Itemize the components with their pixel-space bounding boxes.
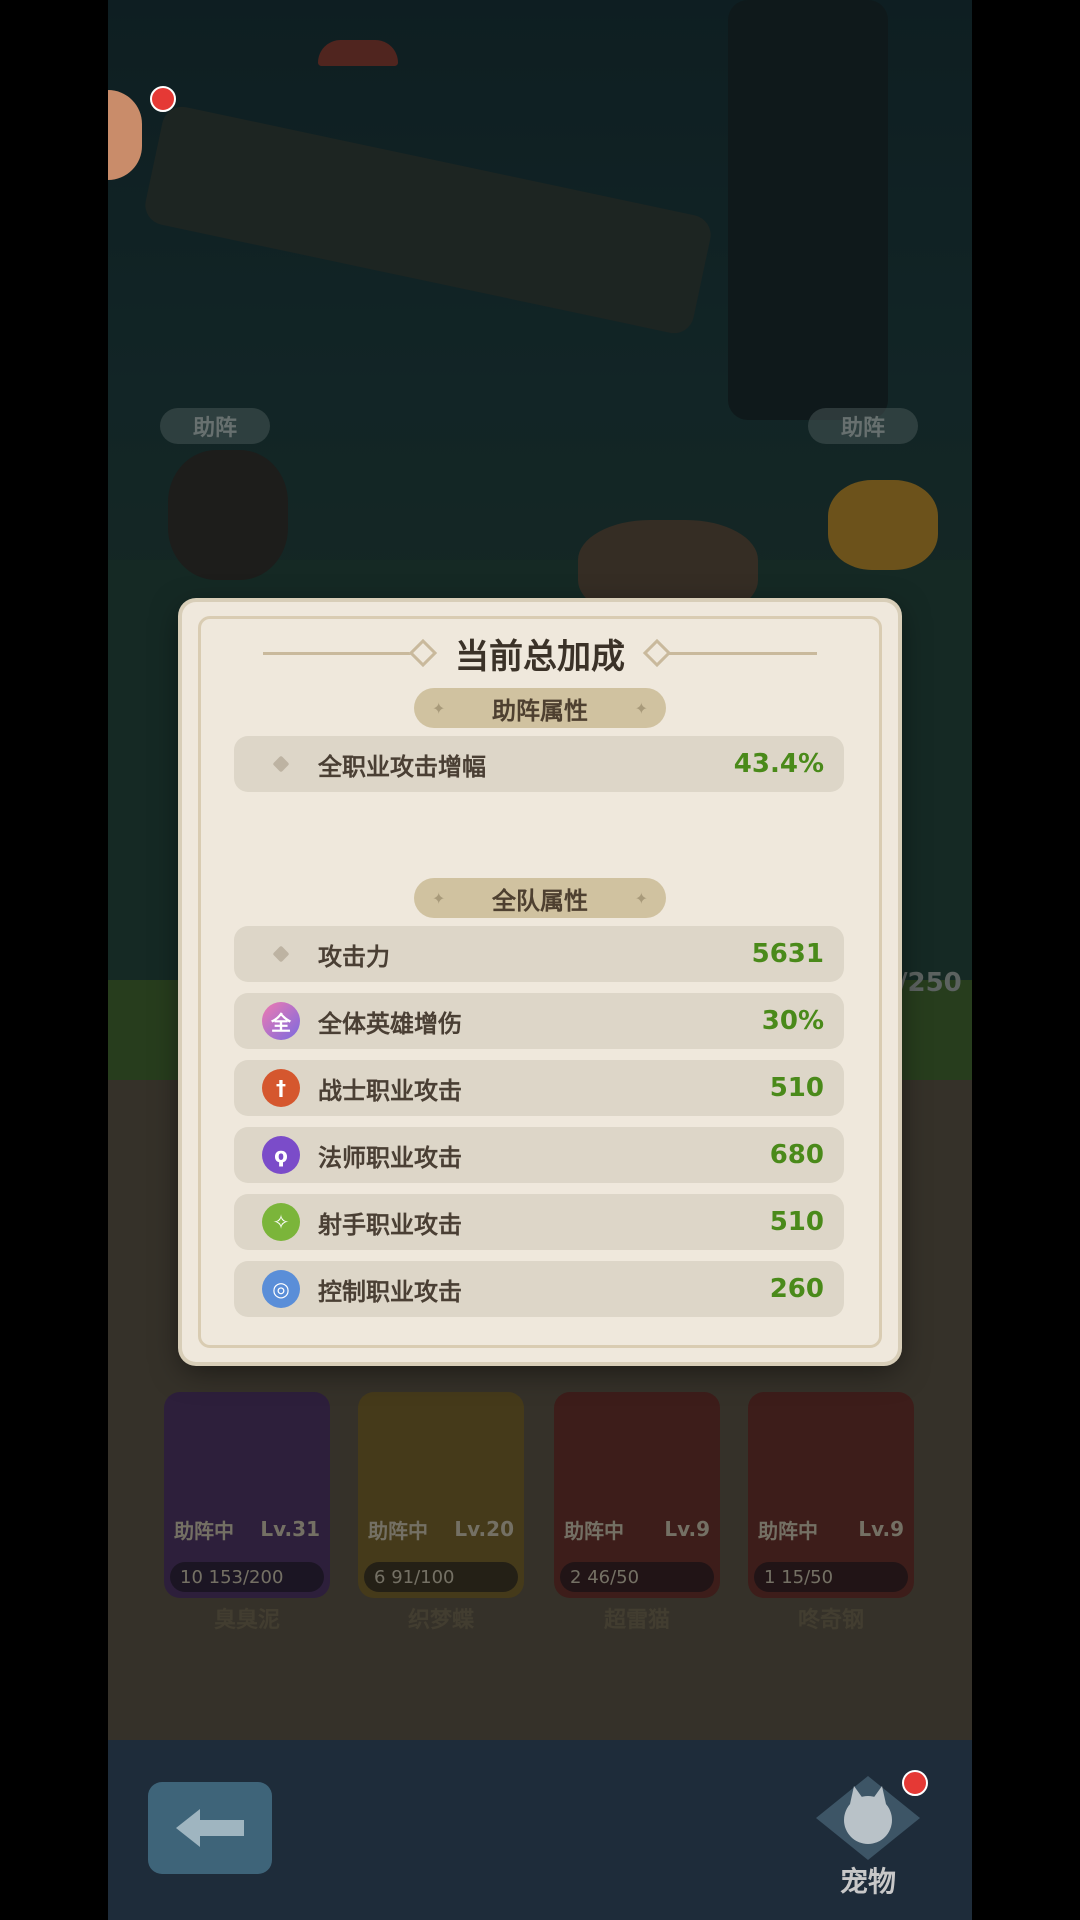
team-section-header: ✦ 全队属性 ✦	[414, 878, 666, 918]
notification-dot	[902, 1770, 928, 1796]
stat-value: 43.4%	[733, 749, 824, 779]
stat-label: 全职业攻击增幅	[318, 752, 486, 781]
stat-value: 5631	[751, 939, 824, 969]
assist-section-header: ✦ 助阵属性 ✦	[414, 688, 666, 728]
staff-icon: ϙ	[262, 1136, 300, 1174]
stat-value: 680	[769, 1140, 824, 1170]
star-ornament-icon: ✦	[432, 888, 446, 908]
diamond-ornament-icon	[408, 638, 438, 668]
star-ornament-icon: ✦	[634, 698, 648, 718]
stat-row: 攻击力 5631	[234, 926, 844, 982]
total-bonus-modal: 当前总加成 ✦ 助阵属性 ✦ 全职业攻击增幅 43.4% ✦ 全队属性 ✦ 攻击…	[182, 602, 898, 1362]
stat-label: 战士职业攻击	[318, 1076, 462, 1105]
swirl-icon: ◎	[262, 1270, 300, 1308]
bottom-nav: 宠物	[108, 1740, 972, 1920]
all-heroes-icon: 全	[262, 1002, 300, 1040]
modal-title-row: 当前总加成	[182, 628, 898, 678]
stat-value: 510	[769, 1207, 824, 1237]
stat-label: 控制职业攻击	[318, 1277, 462, 1306]
team-section-title: 全队属性	[492, 886, 588, 915]
stat-row: 全职业攻击增幅 43.4%	[234, 736, 844, 792]
title-ornament-left	[263, 651, 413, 655]
modal-title: 当前总加成	[455, 636, 625, 677]
stat-row: ✧ 射手职业攻击 510	[234, 1194, 844, 1250]
stat-label: 全体英雄增伤	[318, 1009, 462, 1038]
stat-row: 全 全体英雄增伤 30%	[234, 993, 844, 1049]
stat-value: 510	[769, 1073, 824, 1103]
stat-value: 30%	[761, 1006, 824, 1036]
stat-value: 260	[769, 1274, 824, 1304]
stat-label: 攻击力	[318, 942, 390, 971]
avatar-notification-dot	[150, 86, 176, 112]
stat-row: ◎ 控制职业攻击 260	[234, 1261, 844, 1317]
diamond-dot-icon	[272, 945, 290, 963]
sword-icon: †	[262, 1069, 300, 1107]
stat-label: 射手职业攻击	[318, 1210, 462, 1239]
arrow-left-icon	[176, 1809, 244, 1847]
title-ornament-right	[667, 651, 817, 655]
back-button[interactable]	[148, 1782, 272, 1874]
bow-icon: ✧	[262, 1203, 300, 1241]
diamond-dot-icon	[272, 755, 290, 773]
pet-nav-label: 宠物	[839, 1865, 896, 1898]
star-ornament-icon: ✦	[432, 698, 446, 718]
pet-nav-button[interactable]: 宠物	[798, 1770, 938, 1900]
stat-row: ϙ 法师职业攻击 680	[234, 1127, 844, 1183]
star-ornament-icon: ✦	[634, 888, 648, 908]
stat-row: † 战士职业攻击 510	[234, 1060, 844, 1116]
stat-label: 法师职业攻击	[318, 1143, 462, 1172]
assist-section-title: 助阵属性	[492, 696, 588, 725]
